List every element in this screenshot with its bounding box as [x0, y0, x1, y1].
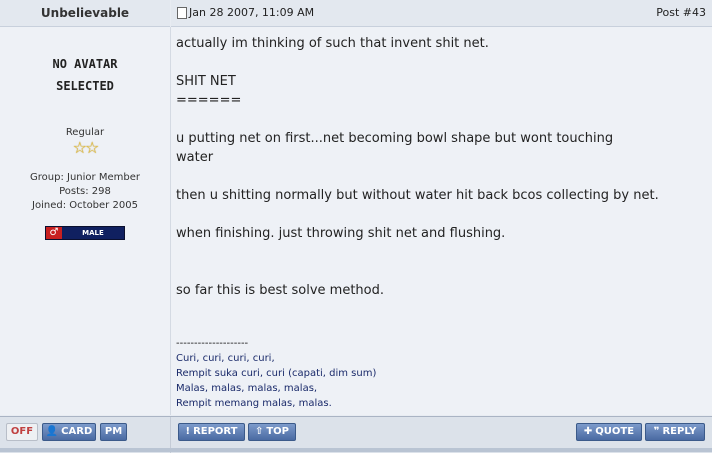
- avatar-line-1: No Avatar: [52, 57, 118, 71]
- avatar: No Avatar Selected: [0, 53, 170, 97]
- quote-label: QUOTE: [595, 426, 635, 437]
- post-line: when finishing. just throwing shit net a…: [176, 226, 506, 241]
- post-line: actually im thinking of such that invent…: [176, 36, 489, 51]
- post-number-link[interactable]: Post #43: [656, 6, 706, 19]
- signature: -------------------- Curi, curi, curi, c…: [176, 336, 696, 411]
- post-body: actually im thinking of such that invent…: [176, 34, 696, 300]
- post-line: [176, 110, 696, 129]
- reply-button[interactable]: ❞ REPLY: [645, 423, 705, 441]
- post-content: actually im thinking of such that invent…: [171, 27, 712, 415]
- post-line: [176, 243, 696, 262]
- exclamation-icon: !: [185, 426, 191, 437]
- pm-button[interactable]: PM: [100, 423, 127, 441]
- card-label: CARD: [61, 426, 93, 437]
- avatar-line-2: Selected: [56, 79, 114, 93]
- author-name[interactable]: Unbelievable: [41, 6, 129, 20]
- online-status-button[interactable]: OFF: [6, 423, 38, 441]
- post-date: Jan 28 2007, 11:09 AM: [189, 6, 315, 19]
- signature-line: Curi, curi, curi, curi,: [176, 353, 275, 364]
- member-posts: Posts: 298: [59, 186, 111, 197]
- report-label: REPORT: [193, 426, 238, 437]
- forum-post: Unbelievable No Avatar Selected Regular …: [0, 0, 712, 453]
- online-status-label: OFF: [10, 426, 34, 437]
- post-line: ======: [176, 93, 242, 108]
- post-line: [176, 205, 696, 224]
- post-icon: [177, 7, 187, 19]
- post-line: u putting net on first...net becoming bo…: [176, 131, 614, 146]
- post-line: SHIT NET: [176, 74, 236, 89]
- author-header: Unbelievable: [0, 0, 170, 27]
- top-button[interactable]: ⇧ TOP: [248, 423, 296, 441]
- report-button[interactable]: ! REPORT: [178, 423, 245, 441]
- pm-label: PM: [104, 426, 123, 437]
- post-header: Jan 28 2007, 11:09 AM Post #43: [171, 0, 712, 27]
- gender-badge: ♂ MALE: [45, 226, 125, 240]
- post-line: so far this is best solve method.: [176, 283, 384, 298]
- signature-line: Rempit suka curi, curi (capati, dim sum): [176, 368, 377, 379]
- member-group: Group: Junior Member: [30, 172, 140, 183]
- post-line: [176, 167, 696, 186]
- quote-button[interactable]: ✚ QUOTE: [576, 423, 642, 441]
- member-info: Group: Junior Member Posts: 298 Joined: …: [0, 171, 170, 213]
- post-line: water: [176, 150, 214, 165]
- male-icon: ♂: [46, 227, 62, 239]
- signature-line: Malas, malas, malas, malas,: [176, 383, 318, 394]
- signature-line: Rempit memang malas, malas.: [176, 398, 332, 409]
- reply-label: REPLY: [662, 426, 697, 437]
- reply-quote-icon: ❞: [653, 426, 660, 437]
- member-rank: Regular: [65, 127, 105, 138]
- user-icon: 👤: [45, 426, 59, 437]
- post-line: [176, 53, 696, 72]
- post-line: [176, 262, 696, 281]
- gender-label: MALE: [82, 229, 104, 237]
- rank-stars-icon: ☆☆: [72, 138, 100, 157]
- post-line: then u shitting normally but without wat…: [176, 188, 659, 203]
- author-panel: No Avatar Selected Regular ☆☆ Group: Jun…: [0, 27, 171, 415]
- plus-icon: ✚: [583, 426, 593, 437]
- card-button[interactable]: 👤 CARD: [42, 423, 96, 441]
- signature-divider: --------------------: [176, 338, 249, 349]
- arrow-up-icon: ⇧: [254, 426, 264, 437]
- member-joined: Joined: October 2005: [32, 200, 138, 211]
- bottom-border: [0, 448, 712, 452]
- top-label: TOP: [266, 426, 290, 437]
